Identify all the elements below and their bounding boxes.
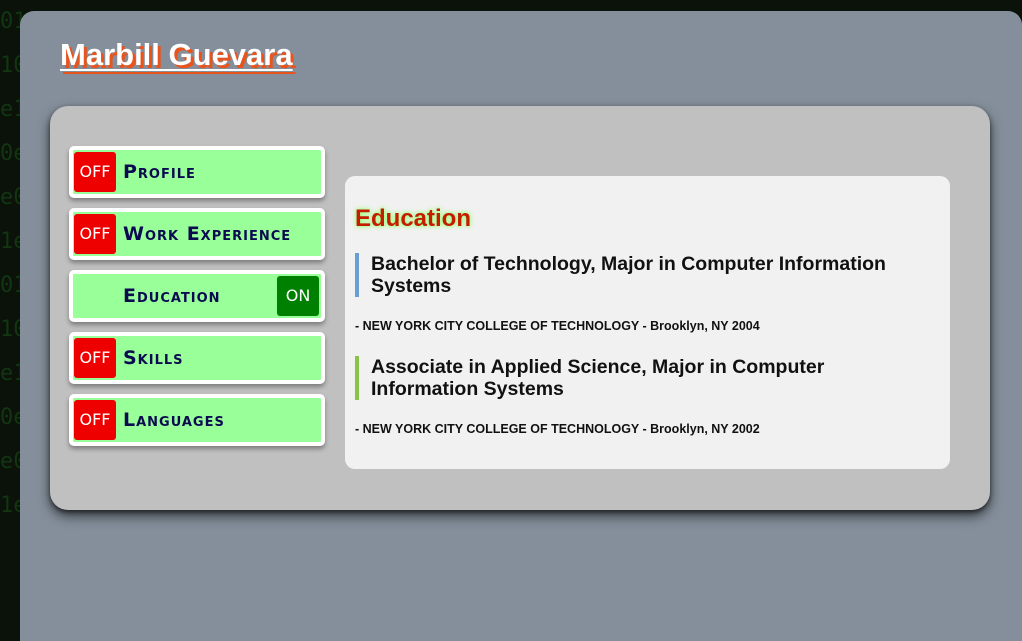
nav-item-label: Languages	[123, 409, 225, 431]
degree-title: Associate in Applied Science, Major in C…	[355, 356, 905, 400]
nav-item-languages[interactable]: OFF Languages	[69, 394, 325, 446]
section-heading: Education	[355, 205, 472, 232]
toggle-off-indicator: OFF	[74, 338, 116, 378]
education-content-card: Education Bachelor of Technology, Major …	[345, 176, 950, 469]
toggle-on-indicator: ON	[277, 276, 319, 316]
page-card: Marbill Guevara OFF Profile OFF Work Exp…	[20, 11, 1022, 641]
site-title[interactable]: Marbill Guevara	[60, 37, 293, 73]
nav-item-work-experience[interactable]: OFF Work Experience	[69, 208, 325, 260]
nav-item-education[interactable]: Education ON	[69, 270, 325, 322]
nav-item-label: Work Experience	[123, 223, 292, 245]
school-info: - NEW YORK CITY COLLEGE OF TECHNOLOGY - …	[355, 422, 760, 436]
nav-item-label: Skills	[123, 347, 184, 369]
nav-item-label: Education	[123, 285, 221, 307]
toggle-off-indicator: OFF	[74, 152, 116, 192]
toggle-off-indicator: OFF	[74, 214, 116, 254]
nav-item-profile[interactable]: OFF Profile	[69, 146, 325, 198]
school-info: - NEW YORK CITY COLLEGE OF TECHNOLOGY - …	[355, 319, 760, 333]
nav-item-label: Profile	[123, 161, 196, 183]
resume-panel: OFF Profile OFF Work Experience Educatio…	[50, 106, 990, 510]
toggle-off-indicator: OFF	[74, 400, 116, 440]
degree-title: Bachelor of Technology, Major in Compute…	[355, 253, 905, 297]
nav-item-skills[interactable]: OFF Skills	[69, 332, 325, 384]
